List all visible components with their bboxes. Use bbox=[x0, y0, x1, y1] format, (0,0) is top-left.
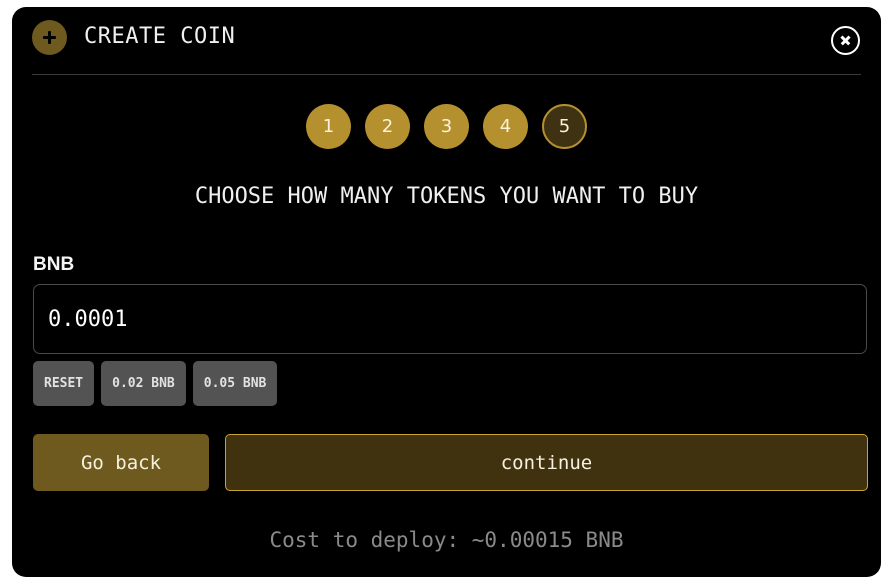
preset-buttons: RESET 0.02 BNB 0.05 BNB bbox=[33, 361, 284, 406]
preset-0-02-bnb-button[interactable]: 0.02 BNB bbox=[101, 361, 186, 406]
create-coin-dialog: CREATE COIN 1 2 3 4 5 CHOOSE HOW MANY TO… bbox=[12, 7, 881, 577]
plus-circle-icon bbox=[32, 20, 67, 55]
go-back-button[interactable]: Go back bbox=[33, 434, 209, 491]
reset-button[interactable]: RESET bbox=[33, 361, 95, 406]
continue-button[interactable]: continue bbox=[225, 434, 868, 491]
step-2: 2 bbox=[365, 104, 410, 149]
dialog-header: CREATE COIN bbox=[32, 17, 861, 75]
bnb-field-label: BNB bbox=[33, 254, 75, 275]
dialog-title: CREATE COIN bbox=[84, 24, 236, 49]
step-4: 4 bbox=[483, 104, 528, 149]
preset-0-05-bnb-button[interactable]: 0.05 BNB bbox=[192, 361, 278, 406]
step-heading: CHOOSE HOW MANY TOKENS YOU WANT TO BUY bbox=[194, 184, 699, 209]
bnb-amount-input[interactable] bbox=[33, 284, 867, 354]
step-3: 3 bbox=[424, 104, 469, 149]
step-indicator: 1 2 3 4 5 bbox=[12, 104, 881, 149]
close-icon[interactable] bbox=[831, 26, 860, 55]
step-1: 1 bbox=[306, 104, 351, 149]
deploy-cost-text: Cost to deploy: ~0.00015 BNB bbox=[269, 528, 624, 552]
step-5-current: 5 bbox=[542, 104, 587, 149]
